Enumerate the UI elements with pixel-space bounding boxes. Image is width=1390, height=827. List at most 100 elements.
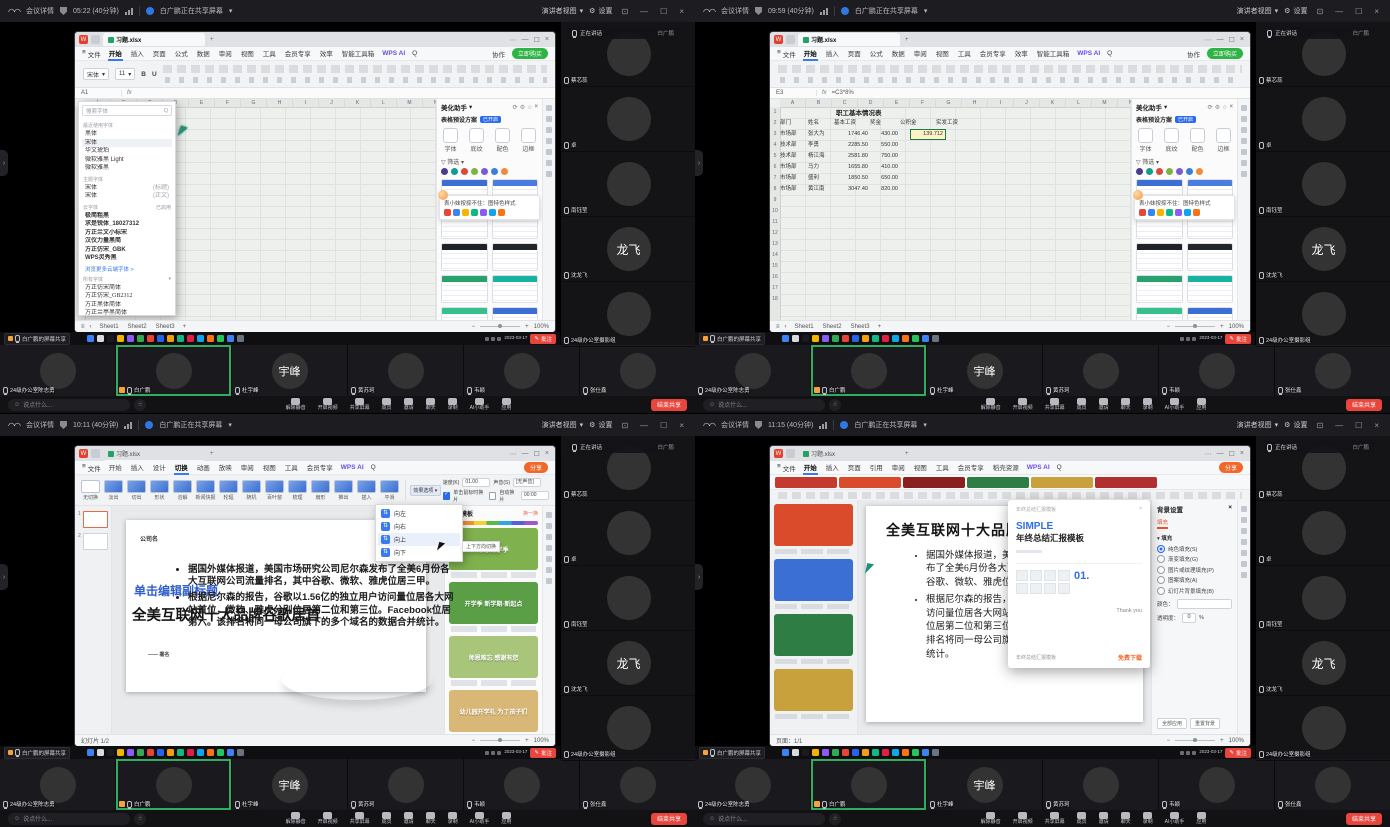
ribbon-tab[interactable]: 开始 <box>803 461 818 475</box>
formula-input[interactable]: =C3*8% <box>832 90 854 96</box>
column-header[interactable]: F <box>215 99 241 107</box>
zoom-in-button[interactable]: + <box>1220 324 1224 330</box>
font-option[interactable]: 宋体(正文) <box>82 192 172 201</box>
ribbon-tab[interactable]: 开始 <box>803 47 818 61</box>
wps-ai-tab[interactable]: WPS AI <box>1027 464 1050 471</box>
font-option[interactable]: 极简粗黑 <box>82 212 172 221</box>
fill-radio-option[interactable]: 渐变填充(G) <box>1157 555 1232 563</box>
row-header[interactable]: 2 <box>770 118 780 129</box>
transition-effect[interactable]: 随机 <box>240 480 263 501</box>
sound-select[interactable]: [无声音] <box>513 478 541 487</box>
wps-minimize[interactable]: — <box>1215 36 1226 43</box>
home-icon[interactable] <box>786 35 795 44</box>
taskbar-app-icon[interactable] <box>167 335 174 342</box>
toolbar-button[interactable]: 成员 <box>382 398 392 411</box>
zoom-slider[interactable] <box>480 326 520 327</box>
sheet-grid[interactable]: ABCDEFGHIJKLMN 1234567891011121314151617… <box>770 99 1131 320</box>
template-card[interactable]: 开学季 新学期·新起点 <box>449 582 538 624</box>
column-header[interactable]: E <box>884 99 910 107</box>
toolbar-button[interactable]: 邀请 <box>1099 398 1109 411</box>
more-cloud-fonts-link[interactable]: 浏览更多云端字体 > <box>85 265 169 273</box>
sheet-tab[interactable]: Sheet3 <box>848 324 873 330</box>
wps-logo-icon[interactable]: W <box>79 35 88 44</box>
font-option[interactable]: 方正兰亭黑简体 <box>82 309 172 315</box>
filter-button[interactable]: ▽ 筛选 ▾ <box>1136 157 1233 166</box>
toolbar-button[interactable]: 邀请 <box>404 812 414 825</box>
menu-icon[interactable]: ≡ <box>81 324 85 330</box>
wps-maximize[interactable]: ☐ <box>532 450 542 458</box>
close-button[interactable]: × <box>676 421 687 430</box>
ribbon-tab[interactable]: 审阅 <box>913 47 928 61</box>
file-menu[interactable]: ≡文件 <box>82 463 101 473</box>
toolbar-button[interactable]: 应用 <box>501 812 511 825</box>
beautify-category[interactable]: 字体 <box>443 128 458 153</box>
font-option[interactable]: 微软雅黑 Light <box>82 156 172 165</box>
taskbar-app-icon[interactable] <box>157 749 164 756</box>
window-more-icon[interactable]: ⋯ <box>508 36 519 44</box>
taskbar-app-icon[interactable] <box>237 335 244 342</box>
enabled-badge[interactable]: 已开启 <box>480 116 501 123</box>
ribbon-tab[interactable]: 会员专享 <box>284 47 312 61</box>
maximize-button[interactable]: ☐ <box>657 7 670 16</box>
font-option[interactable]: 方正黑体简体 <box>82 301 172 310</box>
row-header[interactable]: 14 <box>770 250 780 261</box>
add-sheet-button[interactable]: + <box>183 324 187 330</box>
color-filter-dot[interactable] <box>471 168 478 175</box>
video-tile[interactable]: 张仕鑫 <box>1275 345 1390 396</box>
transition-effect[interactable]: 轮辐 <box>217 480 240 501</box>
side-icon-rail[interactable] <box>1237 99 1250 320</box>
zoom-level[interactable]: 100% <box>534 324 549 330</box>
column-header[interactable]: M <box>397 99 423 107</box>
ribbon-tab[interactable]: 视图 <box>262 461 277 475</box>
search-icon[interactable]: Q <box>1107 50 1112 57</box>
row-header[interactable]: 10 <box>770 206 780 217</box>
ribbon-tab[interactable]: 工具 <box>284 461 299 475</box>
meeting-details-link[interactable]: 会议详情 <box>26 6 54 16</box>
wps-close[interactable]: × <box>543 450 551 457</box>
font-option[interactable]: 方正仿宋_GB2312 <box>82 292 172 301</box>
toolbar-button[interactable]: 解除静音 <box>286 398 306 411</box>
row-header[interactable]: 17 <box>770 283 780 294</box>
toolbar-button[interactable]: 成员 <box>1077 398 1087 411</box>
maximize-button[interactable]: ☐ <box>657 421 670 430</box>
zoom-out-button[interactable]: − <box>1167 324 1171 330</box>
meeting-timer[interactable]: 09:59 (40分钟) <box>768 6 814 16</box>
bullet-2[interactable]: 根据尼尔森的报告，谷歌以1.56亿的独立用户访问量位居各大网站首位，微软、雅虎分… <box>188 592 456 629</box>
wps-logo-icon[interactable]: W <box>79 449 88 458</box>
sheet-tab[interactable]: Sheet2 <box>820 324 845 330</box>
ribbon-tab[interactable]: 会员专享 <box>306 461 334 475</box>
table-style-thumbnail[interactable] <box>492 243 539 271</box>
share-button[interactable]: 分享 <box>1219 462 1243 473</box>
taskbar-app-icon[interactable] <box>862 749 869 756</box>
ribbon-tab[interactable]: 工具 <box>957 47 972 61</box>
annotate-button[interactable]: ✎批注 <box>530 748 556 758</box>
video-tile[interactable]: 张仕鑫 <box>580 345 695 396</box>
promo-bubble[interactable]: 表小妹按捺不住：图特色样式 <box>1134 195 1235 220</box>
end-share-button[interactable]: 结束共享 <box>651 813 687 825</box>
transition-effect[interactable]: 新闻快报 <box>194 480 217 501</box>
font-option[interactable]: 方正兰文小标宋 <box>82 229 172 238</box>
taskbar-app-icon[interactable] <box>792 749 799 756</box>
row-header[interactable]: 4 <box>770 140 780 151</box>
annotate-button[interactable]: ✎批注 <box>1225 334 1251 344</box>
transition-effect[interactable]: 无切换 <box>79 480 102 501</box>
participant-tile[interactable]: 卓 <box>1256 501 1390 566</box>
column-header[interactable]: F <box>910 99 936 107</box>
buy-button[interactable]: 立即购买 <box>512 48 548 59</box>
transition-effect[interactable]: 淡出 <box>102 480 125 501</box>
annotate-button[interactable]: ✎批注 <box>1225 748 1251 758</box>
wps-ai-tab[interactable]: WPS AI <box>1077 50 1100 57</box>
taskbar-app-icon[interactable] <box>87 749 94 756</box>
ribbon-tab[interactable]: 页面 <box>847 47 862 61</box>
system-tray[interactable] <box>1180 337 1196 341</box>
toolbar-icons[interactable] <box>778 492 1242 499</box>
fill-radio-option[interactable]: 纯色填充(S) <box>1157 545 1232 553</box>
color-filter-dot[interactable] <box>1146 168 1153 175</box>
popup-preview[interactable]: 01. <box>1016 563 1142 594</box>
menu-item[interactable]: ⇅向左 <box>378 507 460 520</box>
column-header[interactable]: A <box>780 99 806 107</box>
transition-effect[interactable]: 平滑 <box>378 480 401 501</box>
taskbar-app-icon[interactable] <box>137 335 144 342</box>
refresh-icon[interactable]: ⟳ <box>513 104 518 111</box>
toolbar-button[interactable]: 成员 <box>382 812 392 825</box>
